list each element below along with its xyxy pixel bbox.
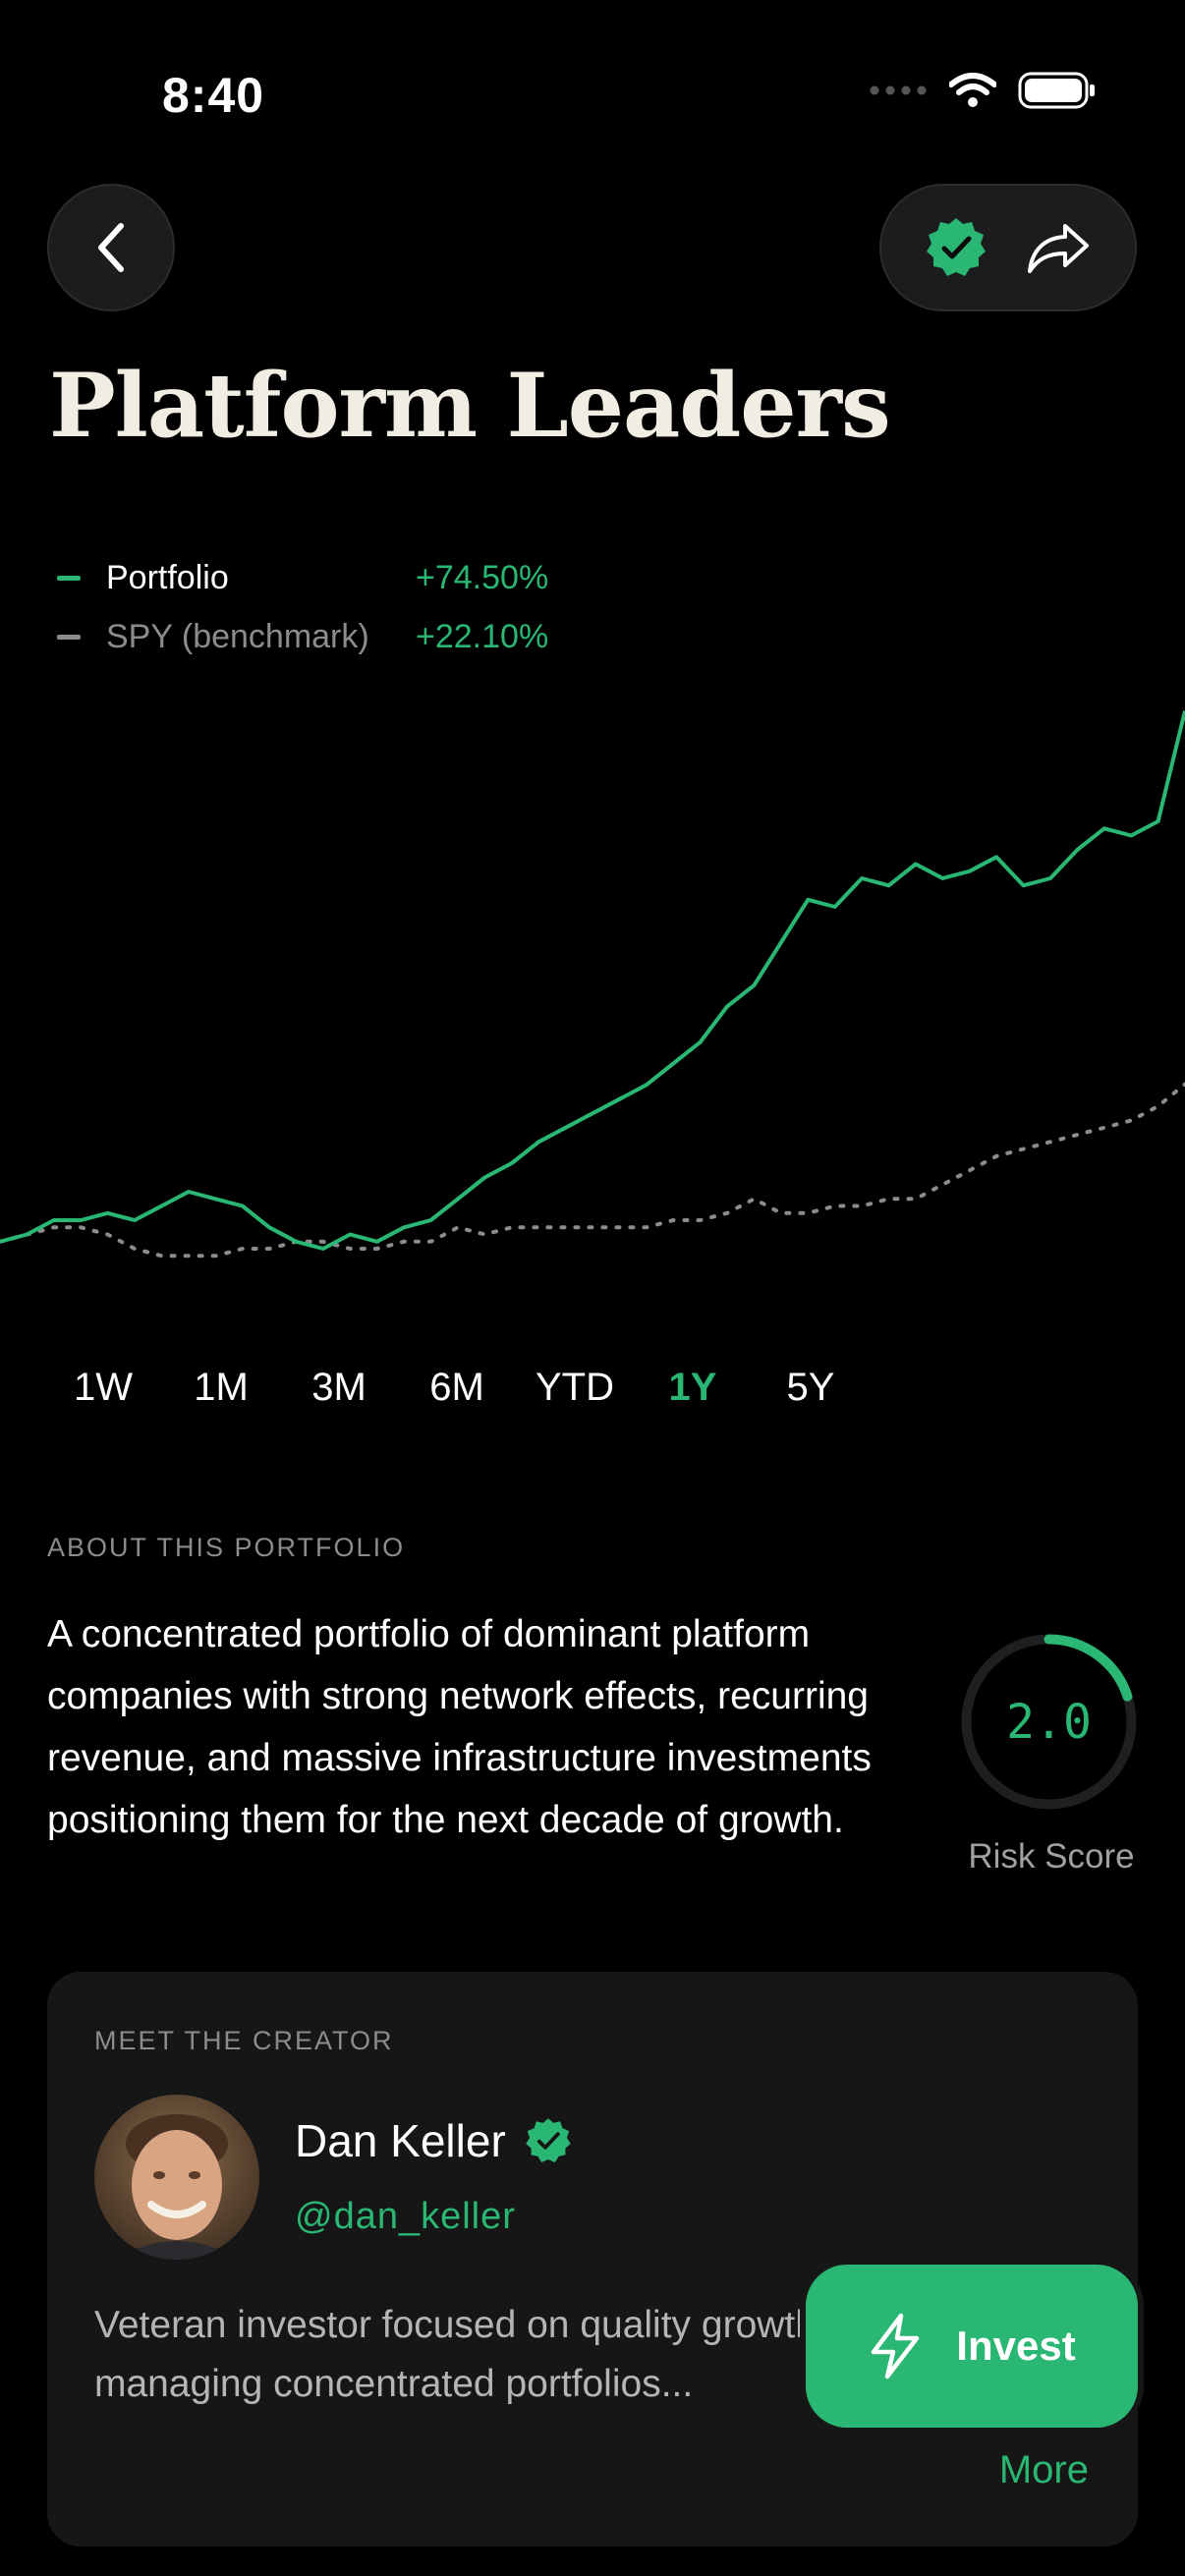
about-description: A concentrated portfolio of dominant pla… (47, 1613, 872, 1841)
avatar[interactable] (94, 2095, 259, 2260)
range-tab-3m[interactable]: 3M (280, 1366, 398, 1410)
range-tab-6m[interactable]: 6M (398, 1366, 516, 1410)
range-tab-1y[interactable]: 1Y (634, 1366, 752, 1410)
risk-score-label: Risk Score (968, 1837, 1135, 1876)
range-tab-5y[interactable]: 5Y (752, 1366, 870, 1410)
creator-name: Dan Keller (295, 2115, 506, 2166)
creator-name-row[interactable]: Dan Keller (295, 2114, 573, 2167)
chart-line-portfolio (0, 710, 1185, 1251)
page-title: Platform Leaders (49, 354, 891, 458)
range-tab-1m[interactable]: 1M (162, 1366, 280, 1410)
invest-label: Invest (956, 2323, 1076, 2369)
legend-benchmark-name: SPY (benchmark) (106, 617, 369, 655)
wifi-icon (949, 73, 996, 107)
share-icon[interactable] (1026, 220, 1093, 275)
status-time: 8:40 (162, 68, 265, 123)
risk-gauge: 2.0 (958, 1631, 1140, 1813)
legend-benchmark-value: +22.10% (416, 617, 549, 655)
legend-benchmark-swatch (57, 634, 81, 640)
time-range-selector: 1W 1M 3M 6M YTD 1Y 5Y (44, 1366, 870, 1410)
status-icons (869, 71, 1097, 110)
legend-benchmark: SPY (benchmark) +22.10% (57, 607, 548, 666)
legend-portfolio-name: Portfolio (106, 558, 229, 596)
invest-button[interactable]: Invest (806, 2265, 1138, 2428)
chevron-left-icon (98, 223, 124, 272)
chart-line-benchmark (0, 1082, 1185, 1259)
legend-portfolio-value: +74.50% (416, 558, 549, 596)
range-tab-ytd[interactable]: YTD (516, 1366, 634, 1410)
legend-portfolio-swatch (57, 575, 81, 581)
status-bar: 8:40 (0, 0, 1185, 187)
chart-legend: Portfolio +74.50% SPY (benchmark) +22.10… (57, 548, 548, 666)
verified-badge-icon[interactable] (924, 215, 988, 280)
creator-section-label: MEET THE CREATOR (94, 2026, 394, 2055)
verified-badge-icon (526, 2118, 571, 2162)
risk-score[interactable]: 2.0 Risk Score (958, 1631, 1140, 1876)
more-link[interactable]: More (999, 2448, 1089, 2492)
header-actions (879, 184, 1137, 311)
back-button[interactable] (47, 184, 175, 311)
creator-handle[interactable]: @dan_keller (295, 2196, 516, 2238)
risk-score-value: 2.0 (1006, 1694, 1092, 1750)
about-section-label: ABOUT THIS PORTFOLIO (47, 1533, 406, 1562)
battery-icon (1018, 72, 1095, 109)
range-tab-1w[interactable]: 1W (44, 1366, 162, 1410)
creator-card: MEET THE CREATOR Dan Keller @dan_keller … (47, 1972, 1138, 2547)
performance-chart[interactable] (0, 688, 1185, 1316)
legend-portfolio: Portfolio +74.50% (57, 548, 548, 607)
lightning-icon (872, 2313, 920, 2380)
signal-dots-icon (870, 85, 927, 95)
